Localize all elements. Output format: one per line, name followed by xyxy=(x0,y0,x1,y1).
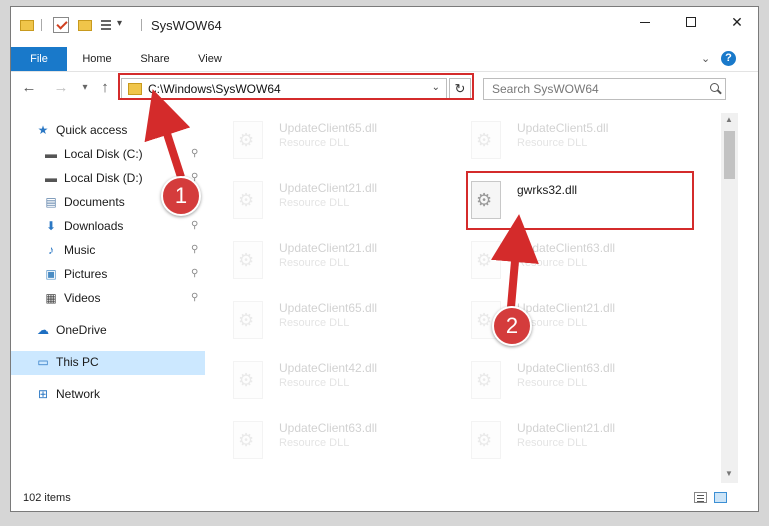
step-2-callout: 2 xyxy=(492,306,532,346)
arrow-to-file xyxy=(491,214,539,308)
annotation-arrows xyxy=(144,89,539,308)
step-1-callout: 1 xyxy=(161,176,201,216)
arrow-to-address-bar xyxy=(144,89,191,179)
